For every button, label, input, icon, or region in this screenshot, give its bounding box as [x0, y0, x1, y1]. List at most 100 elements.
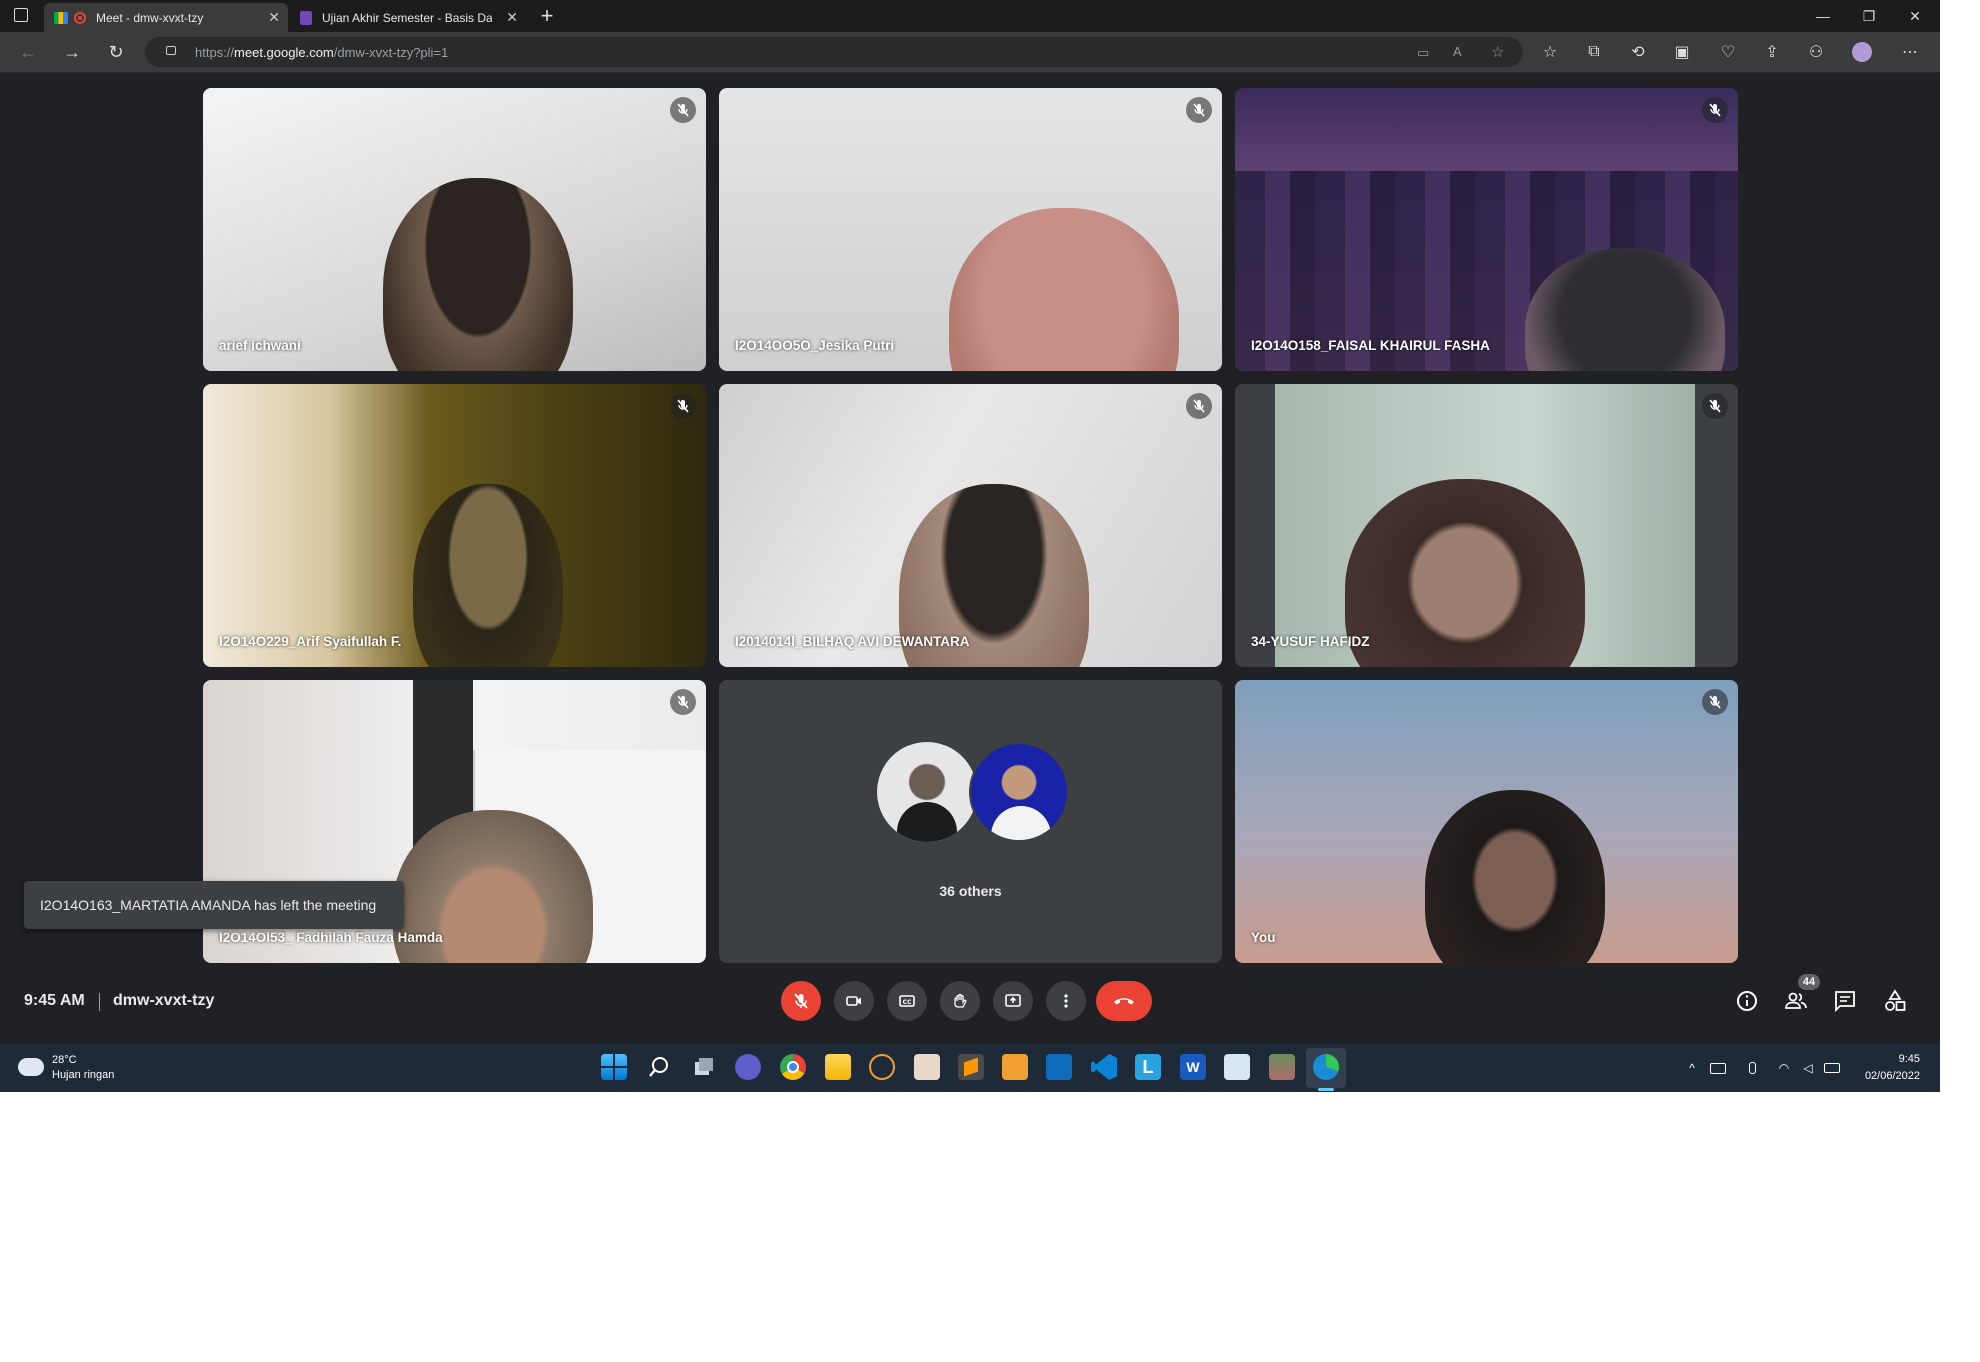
participant-name: You: [1251, 930, 1276, 945]
more-options-button[interactable]: [1046, 981, 1086, 1021]
mic-off-icon: [1702, 393, 1728, 419]
participant-tile[interactable]: I2O14O158_FAISAL KHAIRUL FASHA: [1235, 88, 1738, 371]
raise-hand-button[interactable]: [940, 981, 980, 1021]
more-vert-icon: [1064, 994, 1068, 1008]
participant-tile[interactable]: 34-YUSUF HAFIDZ: [1235, 384, 1738, 667]
meet-favicon: [54, 11, 68, 24]
participant-name: I2O14O158_FAISAL KHAIRUL FASHA: [1251, 338, 1490, 353]
l-app-icon[interactable]: L: [1135, 1054, 1161, 1080]
url-text: https://meet.google.com/dmw-xvxt-tzy?pli…: [195, 45, 449, 60]
chrome-icon[interactable]: [780, 1054, 806, 1080]
close-tab-icon[interactable]: ✕: [268, 9, 280, 26]
participant-tile[interactable]: I2O14O229_Arif Syaifullah F.: [203, 384, 706, 667]
browser-toolbar: ← → ↻ https://meet.google.com/dmw-xvxt-t…: [0, 32, 1940, 73]
back-icon[interactable]: ←: [16, 40, 40, 64]
battery-icon[interactable]: [1824, 1060, 1840, 1076]
weather-icon[interactable]: [18, 1058, 44, 1076]
close-window-button[interactable]: ✕: [1892, 0, 1938, 32]
minimize-button[interactable]: —: [1800, 0, 1846, 32]
forward-icon[interactable]: →: [60, 40, 84, 64]
forms-favicon: [300, 10, 312, 25]
photos-app-icon[interactable]: [1269, 1054, 1295, 1080]
weather-description: Hujan ringan: [52, 1069, 115, 1081]
meeting-details-button[interactable]: [1734, 988, 1760, 1014]
teams-chat-icon[interactable]: [735, 1054, 761, 1080]
taskbar-time[interactable]: 9:45: [1899, 1053, 1920, 1065]
browser-essentials-icon[interactable]: ♡: [1718, 42, 1738, 62]
hand-icon: [954, 993, 967, 1008]
info-icon: [1737, 991, 1757, 1011]
history-icon[interactable]: ⟲: [1628, 42, 1648, 62]
address-bar[interactable]: https://meet.google.com/dmw-xvxt-tzy?pli…: [145, 37, 1523, 67]
others-tile[interactable]: 36 others: [719, 680, 1222, 963]
collections-icon[interactable]: ⧉: [1584, 42, 1604, 62]
task-view-icon[interactable]: [691, 1054, 717, 1080]
extensions-icon[interactable]: ⚇: [1806, 42, 1826, 62]
show-hidden-icons-icon[interactable]: ^: [1684, 1060, 1700, 1076]
tab-forms[interactable]: Ujian Akhir Semester - Basis Dat ✕: [290, 3, 526, 32]
leave-call-button[interactable]: [1096, 981, 1152, 1021]
captions-button[interactable]: CC: [887, 981, 927, 1021]
vscode-icon[interactable]: [1091, 1054, 1117, 1080]
taskbar-date[interactable]: 02/06/2022: [1865, 1070, 1920, 1082]
participant-name: arief ichwani: [219, 338, 301, 353]
close-tab-icon[interactable]: ✕: [506, 9, 518, 26]
chat-icon: [1835, 991, 1855, 1013]
participant-name: 34-YUSUF HAFIDZ: [1251, 634, 1370, 649]
volume-icon[interactable]: ◁: [1800, 1060, 1816, 1076]
participant-video: [413, 484, 563, 667]
mic-off-icon: [670, 393, 696, 419]
people-button[interactable]: [1783, 988, 1809, 1014]
participant-tile[interactable]: I2O14OO5O_Jesika Putri: [719, 88, 1222, 371]
camera-button[interactable]: [834, 981, 874, 1021]
favorites-icon[interactable]: ☆: [1540, 42, 1560, 62]
present-button[interactable]: [993, 981, 1033, 1021]
divider: [99, 993, 100, 1011]
participant-tile[interactable]: I2014014l_BILHAQ AVI DEWANTARA: [719, 384, 1222, 667]
camera-icon: [846, 996, 861, 1006]
read-aloud-icon[interactable]: A: [1453, 44, 1462, 59]
tab-actions-icon[interactable]: [14, 8, 28, 22]
participant-name: I2O14Ol53_ Fadhilah Fauza Hamda: [219, 930, 443, 945]
chat-button[interactable]: [1832, 988, 1858, 1014]
file-explorer-icon[interactable]: [825, 1054, 851, 1080]
screenshot-icon[interactable]: ▣: [1672, 42, 1692, 62]
camera-blocked-icon[interactable]: ▭: [1417, 45, 1429, 61]
mic-off-icon: [1702, 97, 1728, 123]
mic-off-icon: [670, 97, 696, 123]
tab-meet[interactable]: Meet - dmw-xvxt-tzy ✕: [44, 3, 288, 32]
wifi-icon[interactable]: ◠: [1776, 1060, 1792, 1076]
microphone-in-use-icon[interactable]: [1744, 1060, 1760, 1076]
participants-count-badge: 44: [1798, 974, 1820, 990]
participant-tile[interactable]: arief ichwani: [203, 88, 706, 371]
settings-more-icon[interactable]: ⋯: [1900, 42, 1920, 62]
participant-video: [949, 208, 1179, 371]
media-player-icon[interactable]: [869, 1054, 895, 1080]
windows-taskbar: 28°C Hujan ringan L W ^ ◠ ◁ 9:45 02/06/2…: [0, 1044, 1940, 1092]
favorite-add-icon[interactable]: ☆: [1491, 43, 1504, 61]
reload-icon[interactable]: ↻: [104, 40, 128, 64]
restore-button[interactable]: ❐: [1846, 0, 1892, 32]
new-tab-button[interactable]: +: [534, 3, 560, 29]
photo-app-icon[interactable]: [914, 1054, 940, 1080]
avatar: [877, 742, 977, 842]
search-icon[interactable]: [646, 1054, 672, 1080]
edge-icon[interactable]: [1313, 1054, 1339, 1080]
profile-avatar[interactable]: [1852, 42, 1872, 62]
present-icon: [1005, 994, 1021, 1007]
microphone-button[interactable]: [781, 981, 821, 1021]
sublime-text-icon[interactable]: [958, 1054, 984, 1080]
self-view-tile[interactable]: You: [1235, 680, 1738, 963]
activities-button[interactable]: [1882, 988, 1908, 1014]
tab-title: Meet - dmw-xvxt-tzy: [96, 10, 204, 25]
meeting-code: dmw-xvxt-tzy: [113, 992, 215, 1009]
slides-app-icon[interactable]: [1002, 1054, 1028, 1080]
chart-app-icon[interactable]: [1224, 1054, 1250, 1080]
active-app-indicator: [1318, 1088, 1334, 1091]
word-icon[interactable]: W: [1180, 1054, 1206, 1080]
participant-video: [383, 178, 573, 371]
share-icon[interactable]: ⇪: [1762, 42, 1782, 62]
mail-icon[interactable]: [1046, 1054, 1072, 1080]
start-icon[interactable]: [601, 1054, 627, 1080]
keyboard-icon[interactable]: [1710, 1060, 1726, 1076]
